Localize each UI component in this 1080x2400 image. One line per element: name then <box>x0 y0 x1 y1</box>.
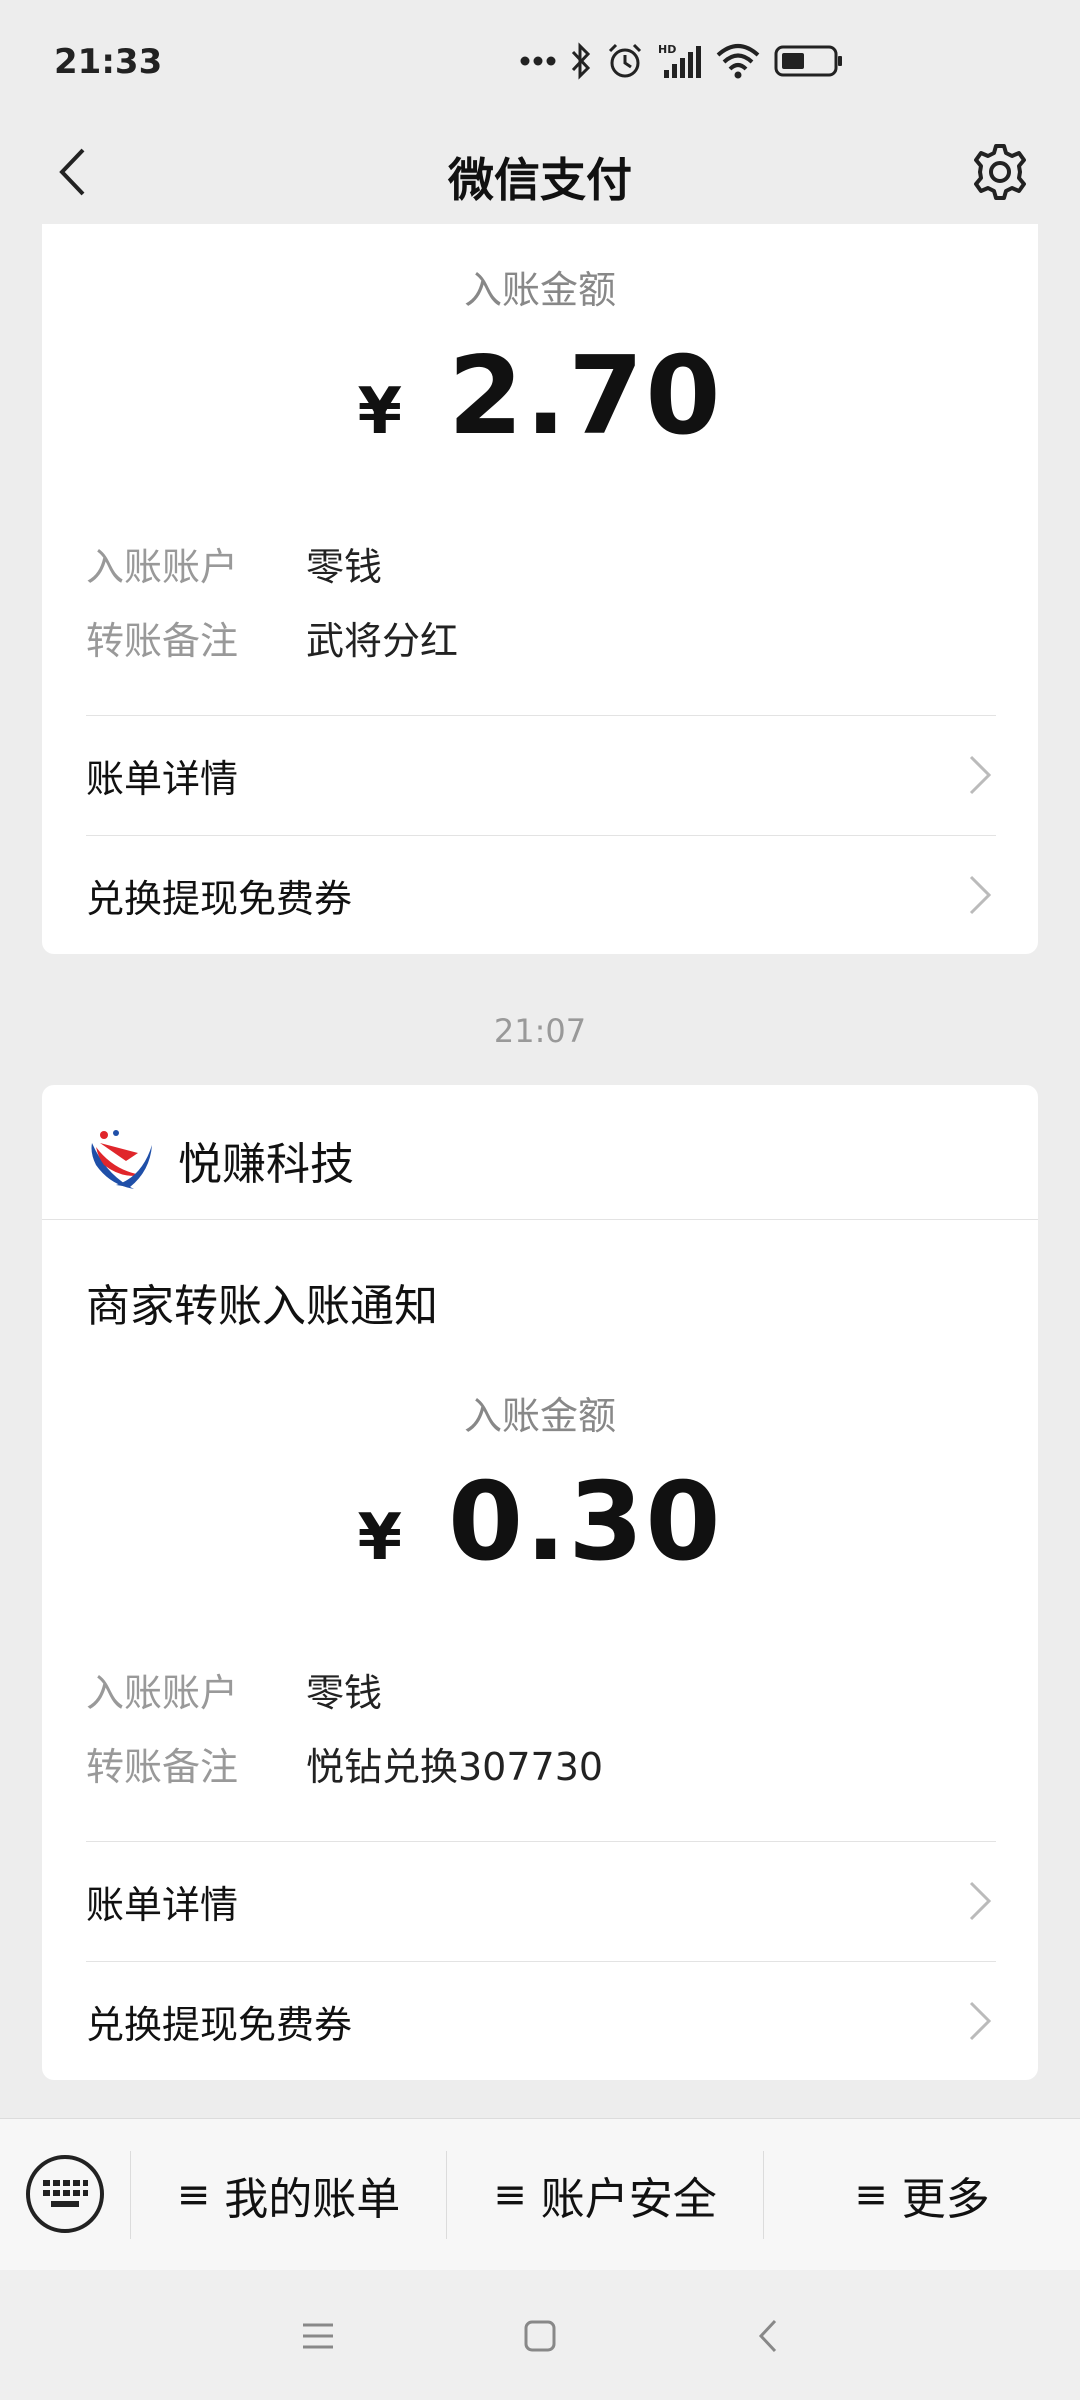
divider <box>42 1219 1038 1220</box>
status-time: 21:33 <box>54 42 163 82</box>
currency-symbol: ¥ <box>357 1501 403 1575</box>
menu-lines-icon <box>303 2323 333 2349</box>
status-bar: 21:33 HD <box>0 0 1080 120</box>
payment-card-2[interactable]: 悦赚科技 商家转账入账通知 入账金额 ¥ 0.30 入账账户 零钱 转账备注 悦… <box>42 1085 1038 2080</box>
merchant-name: 悦赚科技 <box>178 1139 354 1190</box>
menu-my-bills-label: 我的账单 <box>224 2174 401 2225</box>
amount-value: 2.70 <box>448 334 723 459</box>
merchant-logo-icon <box>91 1130 152 1189</box>
account-key: 入账账户 <box>86 545 239 589</box>
recent-apps-button[interactable] <box>290 2308 346 2364</box>
menu-account-security[interactable]: ≡ 账户安全 <box>447 2119 763 2271</box>
status-icons: HD <box>520 38 844 84</box>
keyboard-icon <box>43 2180 88 2207</box>
currency-symbol: ¥ <box>357 375 403 449</box>
hd-signal-icon: HD <box>658 43 701 78</box>
remark-value: 武将分红 <box>306 619 459 663</box>
message-timestamp: 21:07 <box>493 1012 587 1050</box>
menu-account-security-label: 账户安全 <box>540 2174 717 2225</box>
keyboard-toggle-button[interactable] <box>26 2155 104 2233</box>
menu-more-label: 更多 <box>901 2174 990 2225</box>
free-coupon-link[interactable]: 兑换提现免费券 <box>86 1962 996 2080</box>
merchant-header[interactable]: 悦赚科技 <box>86 1125 354 1195</box>
square-icon <box>524 2320 556 2352</box>
chevron-right-icon <box>968 873 996 917</box>
alarm-icon <box>608 43 642 78</box>
chevron-right-icon <box>968 1999 996 2043</box>
account-value: 零钱 <box>306 545 383 589</box>
bill-details-link[interactable]: 账单详情 <box>86 716 996 834</box>
bill-details-label: 账单详情 <box>86 756 239 801</box>
free-coupon-link[interactable]: 兑换提现免费券 <box>86 836 996 954</box>
menu-my-bills[interactable]: ≡ 我的账单 <box>131 2119 446 2271</box>
menu-more[interactable]: ≡ 更多 <box>764 2119 1080 2271</box>
amount-row: ¥ 0.30 <box>42 1460 1038 1585</box>
account-key: 入账账户 <box>86 1671 239 1715</box>
amount-value: 0.30 <box>448 1460 723 1585</box>
svg-text:HD: HD <box>658 43 676 56</box>
page-title: 微信支付 <box>448 153 632 207</box>
account-row: 入账账户 零钱 <box>86 1662 382 1717</box>
chevron-left-icon <box>758 2319 777 2353</box>
account-value: 零钱 <box>306 1671 383 1715</box>
more-dots-icon <box>520 56 556 66</box>
amount-row: ¥ 2.70 <box>42 334 1038 459</box>
bottom-menu: ≡ 我的账单 ≡ 账户安全 ≡ 更多 <box>0 2118 1080 2270</box>
system-nav-bar <box>0 2270 1080 2400</box>
remark-key: 转账备注 <box>86 619 239 663</box>
wifi-icon <box>716 44 760 79</box>
amount-label: 入账金额 <box>463 268 616 312</box>
account-row: 入账账户 零钱 <box>86 536 382 591</box>
menu-list-icon: ≡ <box>854 2172 888 2218</box>
bluetooth-icon <box>571 42 591 80</box>
remark-row: 转账备注 武将分红 <box>86 610 458 665</box>
remark-row: 转账备注 悦钻兑换307730 <box>86 1736 603 1791</box>
nav-bar: 微信支付 <box>0 120 1080 224</box>
remark-value: 悦钻兑换307730 <box>306 1745 604 1789</box>
free-coupon-label: 兑换提现免费券 <box>86 2002 353 2047</box>
menu-list-icon: ≡ <box>493 2172 527 2218</box>
bill-details-label: 账单详情 <box>86 1882 239 1927</box>
home-button[interactable] <box>512 2308 568 2364</box>
free-coupon-label: 兑换提现免费券 <box>86 876 353 921</box>
amount-label: 入账金额 <box>463 1394 616 1438</box>
settings-button[interactable] <box>962 134 1038 210</box>
gear-icon <box>974 144 1026 200</box>
system-back-button[interactable] <box>740 2308 796 2364</box>
payment-card-1: 入账金额 ¥ 2.70 入账账户 零钱 转账备注 武将分红 账单详情 兑换提现免… <box>42 224 1038 954</box>
chevron-right-icon <box>968 753 996 797</box>
remark-key: 转账备注 <box>86 1745 239 1789</box>
menu-list-icon: ≡ <box>176 2172 211 2218</box>
chevron-right-icon <box>968 1879 996 1923</box>
notice-title: 商家转账入账通知 <box>86 1281 438 1332</box>
bill-details-link[interactable]: 账单详情 <box>86 1842 996 1960</box>
battery-icon <box>774 45 842 77</box>
